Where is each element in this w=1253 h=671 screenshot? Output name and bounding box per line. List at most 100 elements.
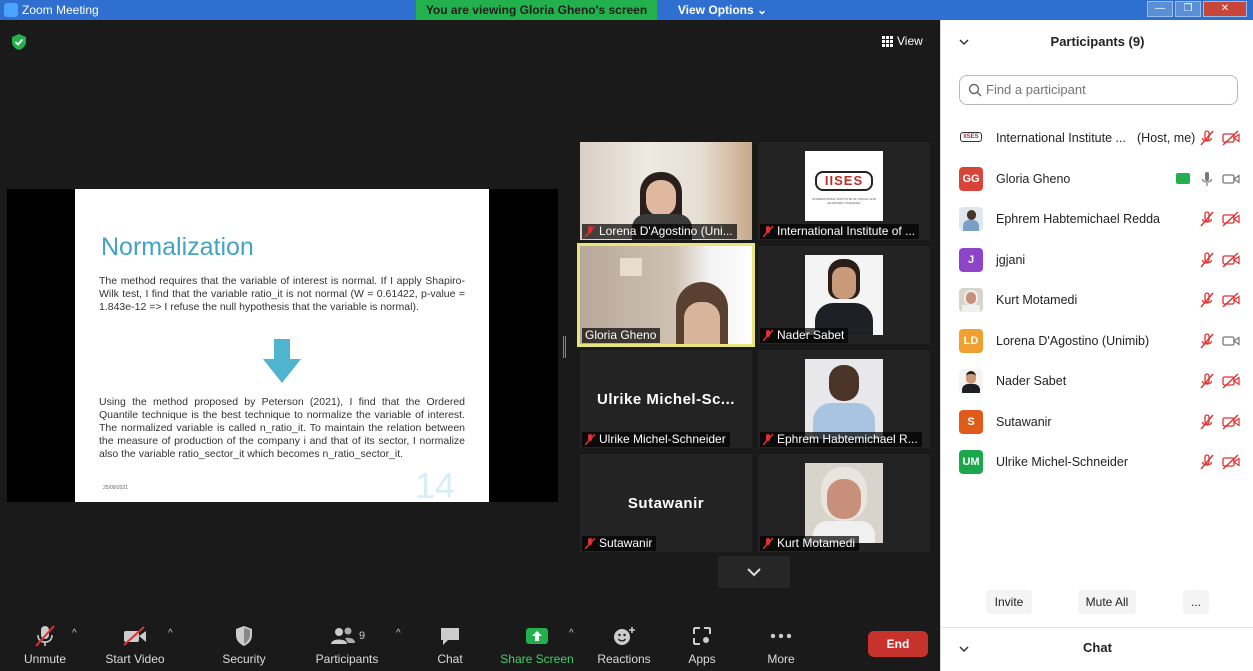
security-label: Security <box>222 652 266 666</box>
participants-options-caret[interactable]: ^ <box>396 628 401 639</box>
slide-paragraph-1: The method requires that the variable of… <box>99 275 465 313</box>
participant-avatar: GG <box>959 166 983 191</box>
video-tile-active-speaker[interactable]: Gloria Gheno <box>577 243 755 347</box>
maximize-button[interactable]: ❐ <box>1175 1 1201 17</box>
muted-mic-icon[interactable] <box>1200 414 1214 430</box>
gallery-next-page-button[interactable] <box>718 556 790 588</box>
start-video-button[interactable]: Start Video <box>95 624 175 666</box>
muted-mic-icon <box>585 433 595 446</box>
participant-name: Kurt Motamedi <box>996 293 1078 308</box>
participant-name: Ephrem Habtemichael Redda <box>996 212 1160 227</box>
invite-button[interactable]: Invite <box>986 590 1032 614</box>
muted-mic-icon[interactable] <box>1200 333 1214 349</box>
participant-status-icons <box>1200 414 1240 430</box>
participant-name: Kurt Motamedi <box>777 536 856 550</box>
chat-button[interactable]: Chat <box>410 624 490 666</box>
participant-search[interactable] <box>959 75 1238 105</box>
view-button[interactable]: View <box>882 34 923 48</box>
sharing-screen-icon <box>1176 173 1190 185</box>
participant-row[interactable]: UM Ulrike Michel-Schneider <box>941 442 1253 483</box>
participant-name-tag: International Institute of ... <box>760 224 920 239</box>
end-meeting-button[interactable]: End <box>868 631 928 657</box>
video-options-caret[interactable]: ^ <box>168 628 173 639</box>
participant-row[interactable]: Kurt Motamedi <box>941 280 1253 321</box>
audio-options-caret[interactable]: ^ <box>72 628 77 639</box>
video-off-icon[interactable] <box>1222 292 1240 308</box>
video-tile[interactable]: Sutawanir Sutawanir <box>580 454 752 552</box>
participant-row[interactable]: LD Lorena D'Agostino (Unimib) <box>941 321 1253 362</box>
muted-mic-icon[interactable] <box>1200 252 1214 268</box>
more-button[interactable]: More <box>741 624 821 666</box>
splitter-handle[interactable] <box>563 336 566 358</box>
view-label: View <box>897 34 923 48</box>
video-off-icon[interactable] <box>1222 130 1240 146</box>
participant-list: IISES International Institute ... (Host,… <box>941 118 1253 483</box>
video-icon[interactable] <box>1222 333 1240 349</box>
view-options-button[interactable]: View Options ⌄ <box>670 0 775 20</box>
participant-row[interactable]: Ephrem Habtemichael Redda <box>941 199 1253 240</box>
apps-icon <box>693 627 711 645</box>
close-button[interactable]: ✕ <box>1203 1 1247 17</box>
participant-row[interactable]: IISES International Institute ... (Host,… <box>941 118 1253 159</box>
more-options-button[interactable]: ... <box>1183 590 1209 614</box>
muted-mic-icon <box>585 225 595 238</box>
start-video-label: Start Video <box>105 652 165 666</box>
security-button[interactable]: Security <box>204 624 284 666</box>
participant-name-tag: Lorena D'Agostino (Uni... <box>582 224 737 239</box>
video-tile[interactable]: Kurt Motamedi <box>758 454 930 552</box>
muted-mic-icon <box>35 625 55 647</box>
participant-avatar: S <box>959 409 983 434</box>
apps-button[interactable]: Apps <box>662 624 742 666</box>
video-off-icon <box>123 626 146 646</box>
video-tile[interactable]: Ulrike Michel-Sc... Ulrike Michel-Schnei… <box>580 350 752 448</box>
minimize-button[interactable]: — <box>1147 1 1173 17</box>
share-screen-button[interactable]: Share Screen <box>497 624 577 666</box>
chevron-down-icon: ⌄ <box>757 3 768 17</box>
muted-mic-icon[interactable] <box>1200 454 1214 470</box>
muted-mic-icon[interactable] <box>1200 130 1214 146</box>
video-off-icon[interactable] <box>1222 414 1240 430</box>
video-off-icon[interactable] <box>1222 373 1240 389</box>
muted-mic-icon <box>585 537 595 550</box>
participant-row[interactable]: S Sutawanir <box>941 402 1253 443</box>
participants-panel-title: Participants (9) <box>1050 34 1145 49</box>
participants-button[interactable]: 9 Participants <box>307 624 387 666</box>
video-off-icon[interactable] <box>1222 252 1240 268</box>
participant-search-input[interactable] <box>986 82 1226 97</box>
muted-mic-icon[interactable] <box>1200 292 1214 308</box>
video-tile[interactable]: Ephrem Habtemichael R... <box>758 350 930 448</box>
mic-icon[interactable] <box>1200 171 1214 187</box>
video-off-icon[interactable] <box>1222 454 1240 470</box>
chat-panel-title: Chat <box>1083 640 1112 655</box>
video-off-icon[interactable] <box>1222 211 1240 227</box>
muted-mic-icon[interactable] <box>1200 373 1214 389</box>
participant-name-tag: Sutawanir <box>582 536 657 551</box>
participant-name: Gloria Gheno <box>996 171 1071 186</box>
participant-name: Lorena D'Agostino (Uni... <box>599 224 733 238</box>
participants-panel: Participants (9) IISES International Ins… <box>940 20 1253 671</box>
video-icon[interactable] <box>1222 171 1240 187</box>
participant-avatar-photo <box>959 207 983 232</box>
mute-all-button[interactable]: Mute All <box>1078 590 1136 614</box>
more-dots-icon <box>770 633 792 639</box>
encryption-shield-icon[interactable] <box>12 34 26 50</box>
participant-name: jgjani <box>996 252 1026 267</box>
participant-row[interactable]: J jgjani <box>941 240 1253 281</box>
participant-name-tag: Gloria Gheno <box>582 328 661 343</box>
share-options-caret[interactable]: ^ <box>569 628 574 639</box>
logo-subtext: INTERNATIONAL INSTITUTE OF SOCIAL AND EC… <box>812 197 876 205</box>
video-tile[interactable]: Lorena D'Agostino (Uni... <box>580 142 752 240</box>
participant-avatar: UM <box>959 450 983 475</box>
participant-row[interactable]: Nader Sabet <box>941 361 1253 402</box>
chat-bubble-icon <box>441 628 459 645</box>
video-tile[interactable]: IISES INTERNATIONAL INSTITUTE OF SOCIAL … <box>758 142 930 240</box>
reactions-button[interactable]: Reactions <box>584 624 664 666</box>
participant-name: International Institute of ... <box>777 224 916 238</box>
shared-slide: Normalization The method requires that t… <box>75 189 489 502</box>
more-label: More <box>767 652 795 666</box>
video-tile[interactable]: Nader Sabet <box>758 246 930 344</box>
muted-mic-icon[interactable] <box>1200 211 1214 227</box>
title-bar: Zoom Meeting You are viewing Gloria Ghen… <box>0 0 1253 20</box>
participant-row[interactable]: GG Gloria Gheno <box>941 159 1253 200</box>
participant-name-tag: Ephrem Habtemichael R... <box>760 432 922 447</box>
